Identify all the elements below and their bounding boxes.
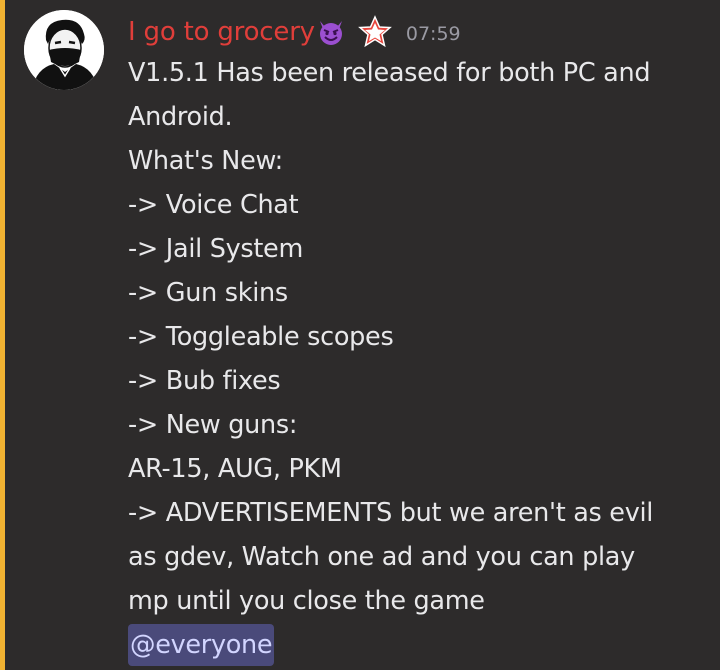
author-username[interactable]: I go to grocery: [128, 17, 315, 47]
message-line: What's New:: [128, 146, 283, 176]
message-line: -> Bub fixes: [128, 366, 281, 396]
message-line: -> New guns:: [128, 410, 298, 440]
message-timestamp[interactable]: 07:59: [406, 19, 461, 45]
role-star-icon[interactable]: [357, 15, 392, 49]
everyone-mention[interactable]: @everyone: [128, 624, 275, 666]
mention-line: @everyone: [128, 623, 708, 667]
message-line: Android.: [128, 102, 233, 132]
message-header: I go to grocery 07:59: [128, 12, 461, 52]
message-line: -> Toggleable scopes: [128, 322, 394, 352]
message-line: -> Voice Chat: [128, 190, 299, 220]
message-line: -> Gun skins: [128, 278, 288, 308]
message-content: V1.5.1 Has been released for both PC and…: [128, 51, 708, 667]
chat-message: I go to grocery 07:59 V1.5.1 Has been re…: [0, 0, 720, 670]
message-line: mp until you close the game: [128, 586, 485, 616]
message-line: as gdev, Watch one ad and you can play: [128, 542, 635, 572]
message-line: -> Jail System: [128, 234, 303, 264]
avatar[interactable]: [24, 10, 104, 90]
smiling-imp-icon: [316, 17, 346, 47]
message-line: AR-15, AUG, PKM: [128, 454, 342, 484]
message-line: V1.5.1 Has been released for both PC and: [128, 58, 651, 88]
mention-highlight-bar: [0, 0, 5, 670]
masked-person-avatar-icon: [24, 10, 104, 90]
message-line: -> ADVERTISEMENTS but we aren't as evil: [128, 498, 654, 528]
